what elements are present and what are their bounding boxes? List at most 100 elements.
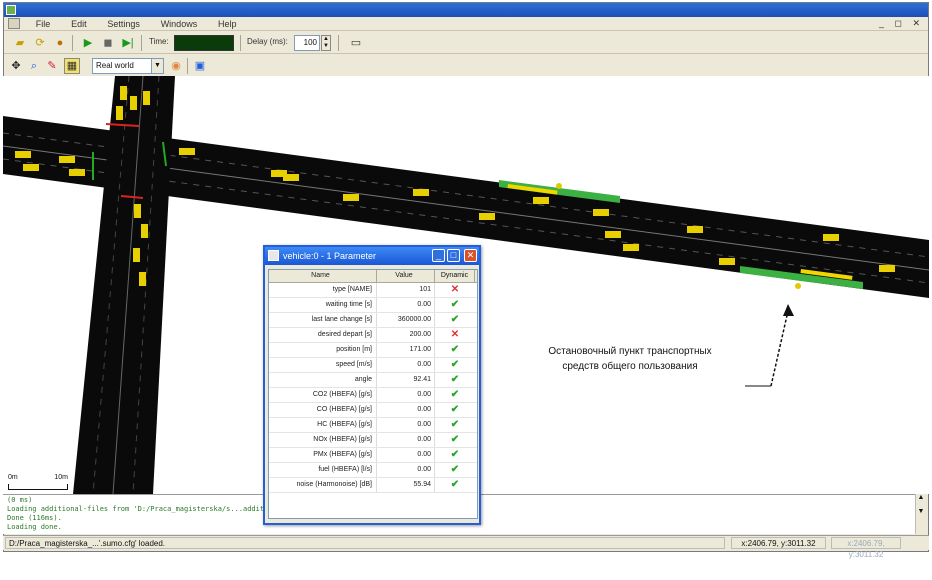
vehicle (343, 194, 359, 201)
param-name: type [NAME] (269, 283, 377, 297)
column-name[interactable]: Name (269, 270, 377, 282)
run-icon[interactable]: ▶ (80, 35, 96, 51)
step-icon[interactable]: ▶| (120, 35, 136, 51)
param-value: 200.00 (377, 328, 435, 342)
time-label: Time: (149, 37, 169, 46)
check-icon: ✔ (450, 449, 460, 460)
param-value: 171.00 (377, 343, 435, 357)
param-name: PMx (HBEFA) [g/s] (269, 448, 377, 462)
annotation-line-2: средств общего пользования (562, 361, 698, 372)
delay-input[interactable]: 100 (294, 35, 320, 51)
check-icon: ✔ (450, 479, 460, 490)
map-scale: 0m 10m (8, 474, 68, 490)
vehicle (283, 174, 299, 181)
bus-stop-marker (795, 283, 801, 289)
minimize-icon[interactable]: _ (432, 249, 445, 262)
table-row[interactable]: last lane change [s] 360000.00 ✔ (269, 313, 477, 328)
param-name: HC (HBEFA) [g/s] (269, 418, 377, 432)
vehicle (719, 258, 735, 265)
view-toolbar: ✥ ⌕ ✎ ▦ Real world ▼ ◉ ▣ (4, 55, 928, 77)
menu-windows[interactable]: Windows (152, 17, 207, 31)
bus-stop-marker (556, 183, 562, 189)
check-icon: ✔ (450, 299, 460, 310)
stop-icon[interactable]: ◼ (100, 35, 116, 51)
check-icon: ✔ (450, 314, 460, 325)
color-palette-icon[interactable]: ◉ (168, 58, 184, 74)
table-row[interactable]: noise (Harmonoise) [dB] 55.94 ✔ (269, 478, 477, 493)
view-scheme-select[interactable]: Real world ▼ (92, 58, 164, 74)
vehicle (593, 209, 609, 216)
open-folder-icon[interactable]: ▰ (12, 35, 28, 51)
dialog-title-bar[interactable]: vehicle:0 - 1 Parameter _ □ ✕ (265, 247, 479, 265)
new-view-icon[interactable]: ▭ (348, 35, 364, 51)
menu-edit[interactable]: Edit (62, 17, 96, 31)
simulation-toolbar: ▰ ⟳ ● ▶ ◼ ▶| Time: Delay (ms): 100 ▲ ▼ ▭ (4, 32, 928, 54)
reload-icon[interactable]: ⟳ (32, 35, 48, 51)
toolbar-separator (72, 35, 73, 51)
time-display (174, 35, 234, 51)
annotation-arrowhead (783, 304, 794, 316)
table-row[interactable]: CO2 (HBEFA) [g/s] 0.00 ✔ (269, 388, 477, 403)
param-value: 55.94 (377, 478, 435, 492)
table-row[interactable]: CO (HBEFA) [g/s] 0.00 ✔ (269, 403, 477, 418)
toolbar-separator (338, 35, 339, 51)
check-icon: ✔ (450, 389, 460, 400)
param-name: NOx (HBEFA) [g/s] (269, 433, 377, 447)
delay-spinner[interactable]: ▲ ▼ (321, 35, 331, 51)
close-icon[interactable]: ✕ (464, 249, 477, 262)
vehicle (134, 204, 141, 218)
menu-settings[interactable]: Settings (98, 17, 149, 31)
cross-icon: ✕ (450, 284, 460, 295)
param-value: 101 (377, 283, 435, 297)
check-icon: ✔ (450, 464, 460, 475)
vehicle (413, 189, 429, 196)
table-row[interactable]: fuel (HBEFA) [l/s] 0.00 ✔ (269, 463, 477, 478)
table-row[interactable]: desired depart [s] 200.00 ✕ (269, 328, 477, 343)
mdi-window-controls[interactable]: _ ◻ ✕ (879, 18, 924, 29)
log-scrollbar[interactable]: ▲ ▼ (915, 494, 926, 534)
recenter-icon[interactable]: ✥ (8, 58, 24, 74)
table-header: Name Value Dynamic (269, 270, 477, 283)
vehicle (59, 156, 75, 163)
annotation-leader (770, 310, 789, 387)
vehicle (130, 96, 137, 110)
locate-icon[interactable]: ⌕ (26, 58, 42, 74)
param-name: position [m] (269, 343, 377, 357)
table-body: type [NAME] 101 ✕ waiting time [s] 0.00 ✔ last… (269, 283, 477, 493)
table-row[interactable]: position [m] 171.00 ✔ (269, 343, 477, 358)
vehicle (139, 272, 146, 286)
vehicle (69, 169, 85, 176)
param-name: CO (HBEFA) [g/s] (269, 403, 377, 417)
parameter-table: Name Value Dynamic type [NAME] 101 ✕ waitin… (268, 269, 478, 519)
edit-color-icon[interactable]: ✎ (44, 58, 60, 74)
scale-left-label: 0m (8, 474, 18, 481)
param-value: 0.00 (377, 433, 435, 447)
screenshot-icon[interactable]: ▣ (192, 58, 208, 74)
table-row[interactable]: angle 92.41 ✔ (269, 373, 477, 388)
toolbar-separator (141, 35, 142, 51)
check-icon: ✔ (450, 374, 460, 385)
check-icon: ✔ (450, 359, 460, 370)
scale-bar-line (8, 484, 68, 490)
delay-label: Delay (ms): (247, 37, 288, 46)
table-row[interactable]: type [NAME] 101 ✕ (269, 283, 477, 298)
table-row[interactable]: HC (HBEFA) [g/s] 0.00 ✔ (269, 418, 477, 433)
chevron-down-icon[interactable]: ▼ (151, 59, 163, 73)
close-simulation-icon[interactable]: ● (52, 35, 68, 51)
maximize-icon[interactable]: □ (447, 249, 460, 262)
table-row[interactable]: NOx (HBEFA) [g/s] 0.00 ✔ (269, 433, 477, 448)
param-value: 360000.00 (377, 313, 435, 327)
table-row[interactable]: speed [m/s] 0.00 ✔ (269, 358, 477, 373)
toggle-3d-icon[interactable]: ▦ (64, 58, 80, 74)
vehicle (23, 164, 39, 171)
table-row[interactable]: waiting time [s] 0.00 ✔ (269, 298, 477, 313)
column-dynamic[interactable]: Dynamic (435, 270, 475, 282)
param-name: desired depart [s] (269, 328, 377, 342)
table-row[interactable]: PMx (HBEFA) [g/s] 0.00 ✔ (269, 448, 477, 463)
param-value: 0.00 (377, 298, 435, 312)
vehicle-parameter-dialog[interactable]: vehicle:0 - 1 Parameter _ □ ✕ Name Value… (263, 245, 481, 525)
menu-file[interactable]: File (27, 17, 60, 31)
document-icon[interactable] (8, 18, 20, 29)
menu-help[interactable]: Help (209, 17, 246, 31)
column-value[interactable]: Value (377, 270, 435, 282)
